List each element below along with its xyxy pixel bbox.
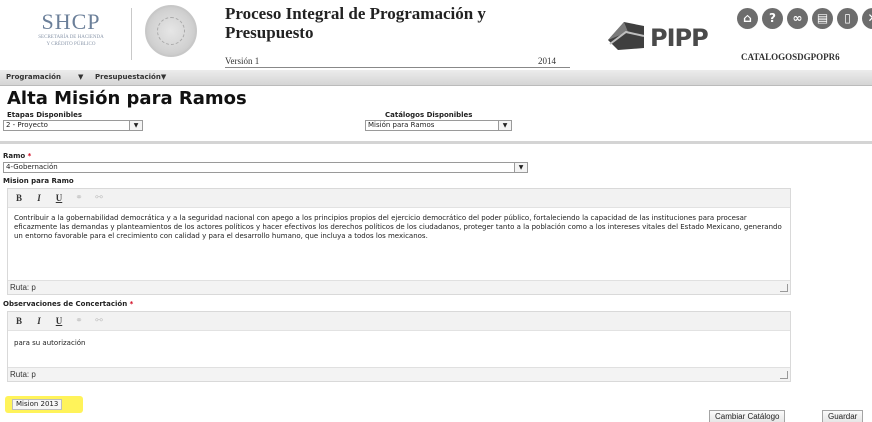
shcp-subtitle-1: SECRETARÍA DE HACIENDA: [38, 35, 104, 40]
italic-button[interactable]: I: [34, 316, 44, 326]
chevron-down-icon: ▼: [129, 121, 142, 130]
menu-programacion[interactable]: Programación: [6, 73, 61, 81]
user-name: CATALOGOSDGPOPR6: [741, 52, 840, 62]
link-icon[interactable]: ∞: [787, 8, 808, 29]
app-title-line-2: Presupuesto: [225, 23, 314, 42]
header-icons: ⌂ ? ∞ ▤ ▯ ✕: [737, 8, 872, 30]
mision-2013-tag[interactable]: Mision 2013: [12, 399, 63, 410]
observaciones-toolbar: B I U ⚭ ⚯: [8, 312, 790, 331]
resize-grip-icon[interactable]: [780, 371, 788, 379]
unlink-icon[interactable]: ⚯: [94, 316, 104, 326]
shcp-logo-text: SHCP: [41, 9, 101, 34]
underline-button[interactable]: U: [54, 316, 64, 326]
guardar-button[interactable]: Guardar: [822, 410, 864, 422]
mision-text[interactable]: Contribuir a la gobernabilidad democráti…: [8, 208, 790, 247]
pipp-logo-text: PIPP: [650, 24, 709, 52]
chevron-down-icon: ▼: [514, 163, 527, 172]
etapas-label: Etapas Disponibles: [7, 111, 83, 119]
shcp-logo: SHCP SECRETARÍA DE HACIENDA Y CRÉDITO PÚ…: [16, 10, 126, 54]
header-separator: [131, 8, 132, 60]
mision-label: Mision para Ramo: [3, 177, 74, 185]
home-icon[interactable]: ⌂: [737, 8, 758, 29]
required-marker: *: [129, 300, 134, 308]
italic-button[interactable]: I: [34, 193, 44, 203]
etapas-select-value: 2 - Proyecto: [6, 121, 48, 129]
menu-programacion-arrow-icon[interactable]: ▼: [78, 73, 83, 81]
bold-button[interactable]: B: [14, 193, 24, 203]
app-title: Proceso Integral de Programación y Presu…: [225, 4, 525, 42]
observaciones-label: Observaciones de Concertación *: [3, 300, 134, 308]
chevron-down-icon: ▼: [498, 121, 511, 130]
shcp-subtitle-2: Y CRÉDITO PÚBLICO: [46, 42, 96, 47]
app-title-line-1: Proceso Integral de Programación y: [225, 4, 486, 23]
resize-grip-icon[interactable]: [780, 284, 788, 292]
ramo-select[interactable]: 4-Gobernación ▼: [3, 162, 528, 173]
catalogos-label: Catálogos Disponibles: [385, 111, 473, 119]
ramo-label: Ramo *: [3, 152, 32, 160]
mision-editor[interactable]: B I U ⚭ ⚯ Contribuir a la gobernabilidad…: [7, 188, 791, 295]
header-rule: [225, 67, 570, 68]
national-seal-icon: [145, 5, 197, 57]
required-marker: *: [27, 152, 32, 160]
catalogos-select[interactable]: Misión para Ramos ▼: [365, 120, 512, 131]
catalogos-select-value: Misión para Ramos: [368, 121, 435, 129]
mision-path: Ruta: p: [8, 280, 790, 294]
observaciones-text[interactable]: para su autorización: [8, 331, 790, 354]
underline-button[interactable]: U: [54, 193, 64, 203]
book-icon[interactable]: ▯: [837, 8, 858, 29]
link-icon[interactable]: ⚭: [74, 316, 84, 326]
close-icon[interactable]: ✕: [862, 8, 872, 29]
menu-bar: Programación ▼ Presupuestación▼: [0, 70, 872, 86]
mision-toolbar: B I U ⚭ ⚯: [8, 189, 790, 208]
version-label: Versión 1: [225, 56, 260, 66]
help-icon[interactable]: ?: [762, 8, 783, 29]
cambiar-catalogo-button[interactable]: Cambiar Catálogo: [709, 410, 786, 422]
observaciones-editor[interactable]: B I U ⚭ ⚯ para su autorización Ruta: p: [7, 311, 791, 382]
app-header: SHCP SECRETARÍA DE HACIENDA Y CRÉDITO PÚ…: [0, 0, 872, 70]
unlink-icon[interactable]: ⚯: [94, 193, 104, 203]
year-label: 2014: [538, 56, 556, 66]
menu-presupuestacion[interactable]: Presupuestación▼: [95, 73, 166, 81]
section-divider: [0, 141, 872, 144]
ramo-select-value: 4-Gobernación: [6, 163, 58, 171]
link-icon[interactable]: ⚭: [74, 193, 84, 203]
observaciones-path: Ruta: p: [8, 367, 790, 381]
bold-button[interactable]: B: [14, 316, 24, 326]
page-title: Alta Misión para Ramos: [7, 88, 247, 109]
calendar-icon[interactable]: ▤: [812, 8, 833, 29]
etapas-select[interactable]: 2 - Proyecto ▼: [3, 120, 143, 131]
pipp-logo-icon: [608, 22, 645, 50]
